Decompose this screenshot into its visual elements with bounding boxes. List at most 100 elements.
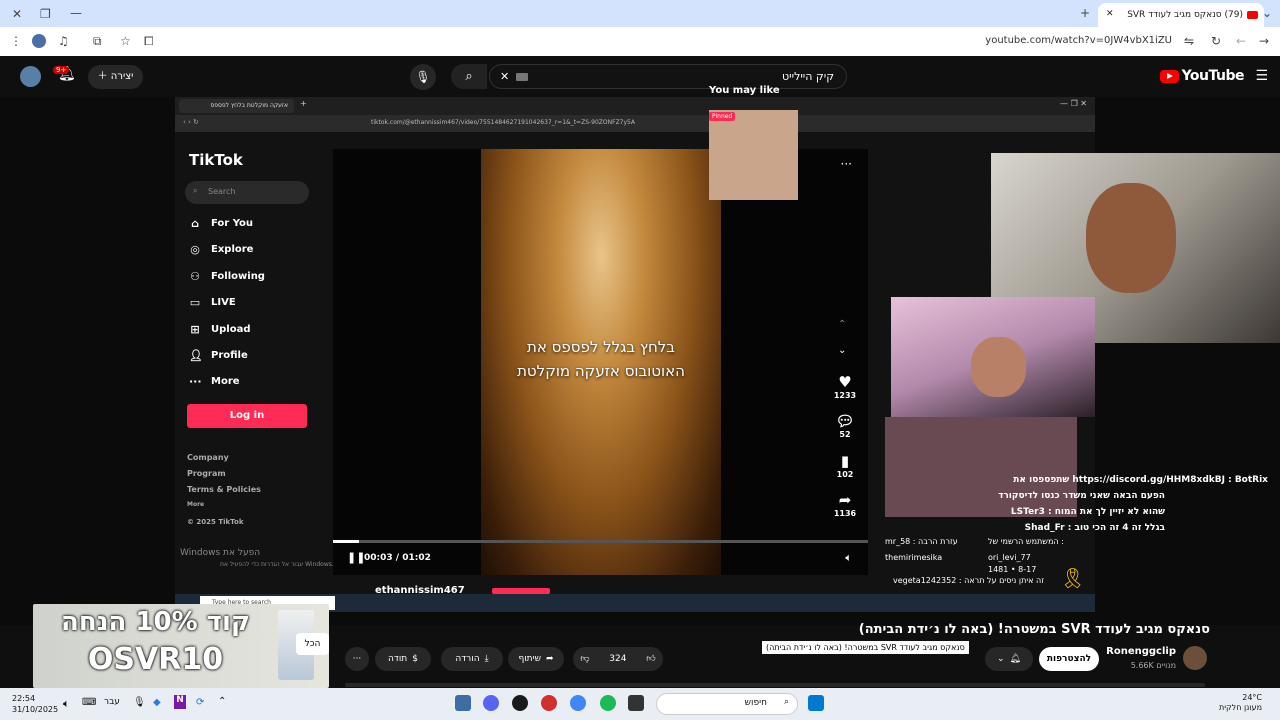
tab-search-icon[interactable]: ⌄ [1262, 7, 1272, 19]
bell-icon: 🔔︎ [1009, 654, 1021, 664]
like-dislike-group: 👎︎ 324 👍︎ [573, 647, 663, 671]
windows-start-icon[interactable] [808, 695, 824, 711]
tray-overflow-icon[interactable]: ⌃ [218, 696, 226, 707]
channel-avatar[interactable] [1183, 646, 1207, 670]
extensions-icon[interactable]: ⧉ [93, 35, 102, 47]
ad-line-1: קוד 10% הנחה [60, 607, 251, 637]
share-button[interactable]: שיתוף ➦ [508, 647, 564, 671]
reload-icon[interactable]: ↻ [1211, 35, 1221, 47]
create-button[interactable]: ＋ יצירה [88, 65, 143, 89]
tiktok-copyright: © 2025 TikTok [187, 518, 244, 526]
close-tab-icon[interactable]: ✕ [1106, 9, 1114, 19]
restore-window-icon[interactable]: ❐ [40, 8, 51, 20]
tray-sync-icon[interactable]: ⟳ [196, 697, 204, 708]
like-action: ♥ 1233 [825, 373, 865, 401]
tiktok-nav-profile: 👤︎ Profile [189, 349, 248, 362]
title-tooltip: סנאקס מגיב לעודד SVR במשטרה! (באה לו נ׳י… [762, 641, 969, 654]
back-icon[interactable]: → [1259, 35, 1269, 47]
download-label: הורדה [455, 654, 480, 664]
download-icon: ⤓ [484, 654, 489, 664]
pause-icon: ❚❚ [347, 551, 366, 564]
forward-icon[interactable]: ← [1236, 35, 1246, 47]
clock-time: 22:54 [12, 694, 36, 703]
obs-icon[interactable] [512, 695, 528, 711]
like-button[interactable]: 👍︎ [646, 654, 655, 664]
plus-icon: ＋ [97, 71, 108, 82]
chat-message: הפעם הבאה שאני משדר כנסו לדיסקורד [998, 491, 1165, 501]
guide-menu-icon[interactable]: ☰ [1255, 68, 1268, 84]
site-settings-icon[interactable]: ⇋ [1184, 35, 1194, 47]
taskbar-clock[interactable]: 22:54 31/10/2025 [12, 693, 58, 715]
heart-icon: ♥ [838, 373, 852, 391]
channel-name[interactable]: Ronenggclip [1104, 646, 1176, 657]
notification-settings-button[interactable]: ⌄ 🔔︎ [985, 647, 1033, 671]
onenote-icon[interactable]: N [174, 695, 186, 709]
file-explorer-icon[interactable] [628, 695, 644, 711]
calculator-icon[interactable] [455, 695, 471, 711]
windows-activation-watermark: Windows הפעל את [180, 548, 261, 558]
chat-message: mr_58 : עזרת הרבה [885, 537, 958, 546]
browser-tab[interactable]: (79) סנאקס מגיב לעודד SVR ✕ [1098, 3, 1264, 27]
more-dots-icon: ··· [189, 375, 202, 388]
mic-tray-icon[interactable]: 🎙︎ [133, 697, 146, 708]
video-more-icon: ··· [840, 157, 852, 171]
keyboard-icon[interactable] [516, 73, 528, 81]
comment-icon: 💬︎ [835, 412, 855, 430]
description-box[interactable] [345, 683, 1205, 687]
thanks-button[interactable]: תודה $ [375, 647, 431, 671]
tiktok-nav-explore: ◎ Explore [189, 243, 253, 256]
weather-description: מעונן חלקית [1218, 703, 1262, 712]
account-avatar[interactable] [20, 66, 41, 87]
nav-label: LIVE [211, 297, 236, 308]
dislike-button[interactable]: 👎︎ [580, 654, 589, 664]
progress-fill [333, 540, 359, 543]
suggested-video-thumbnail [709, 110, 798, 200]
inner-nav-icons: ‹ › ↻ [183, 118, 199, 126]
app-icon[interactable] [541, 695, 557, 711]
inner-tab-strip: אזעקה מוקלטת בלחץ לפספס + — ❐ ✕ [175, 97, 1095, 115]
install-app-icon[interactable]: ⧠ [144, 35, 154, 47]
omnibox[interactable]: ☆ ⧠ youtube.com/watch?v=0JW4vbX1iZU ⇋ [112, 30, 1202, 53]
browser-toolbar: ⋮ ♫ ⧉ ☆ ⧠ youtube.com/watch?v=0JW4vbX1iZ… [0, 27, 1280, 56]
voice-search-icon[interactable]: 🎙︎ [410, 64, 436, 90]
profile-avatar[interactable] [32, 34, 46, 48]
stream-chat: https://discord.gg/HHM8xdkBJ : BotRix שת… [885, 420, 1280, 595]
pinned-badge: Pinned [709, 112, 736, 121]
spotify-icon[interactable] [600, 695, 616, 711]
comment-count: 52 [839, 430, 851, 439]
media-icon[interactable]: ♫ [58, 35, 69, 47]
tray-app-icon[interactable]: ◆ [153, 697, 161, 708]
you-may-like-heading: You may like [709, 85, 780, 96]
chat-message: שהוא לא יזיין לך את המוח : LSTer3 [1010, 507, 1165, 517]
tiktok-nav-more: ··· More [189, 375, 240, 388]
chrome-icon[interactable] [570, 695, 586, 711]
clear-search-icon[interactable]: ✕ [500, 70, 509, 83]
yellow-ribbon-icon: 🎗︎ [1060, 566, 1086, 590]
search-button[interactable]: ⌕ [451, 64, 487, 89]
minimize-window-icon[interactable]: — [70, 7, 82, 19]
volume-icon: 🔈︎ [845, 551, 852, 564]
following-icon: ⚇ [190, 270, 200, 283]
browser-menu-icon[interactable]: ⋮ [10, 35, 22, 47]
nav-label: For You [211, 218, 254, 229]
all-chip-button[interactable]: הכל [296, 633, 329, 655]
bookmark-star-icon[interactable]: ☆ [120, 35, 131, 47]
speaker-icon[interactable]: 🔈︎ [63, 697, 70, 711]
youtube-logo[interactable]: YouTube [1159, 68, 1245, 84]
ad-coupon-code: OSVR10 [87, 642, 224, 677]
weather-widget[interactable]: 24°C מעונן חלקית [1219, 693, 1262, 713]
more-actions-button[interactable]: ··· [345, 647, 369, 671]
windows-search-box[interactable]: חיפוש ⌕ [656, 693, 798, 715]
download-button[interactable]: הורדה ⤓ [441, 647, 503, 671]
promo-ad-overlay[interactable]: קוד 10% הנחה OSVR10 [33, 604, 329, 688]
search-input[interactable]: קיק היילייט ✕ [489, 64, 847, 89]
new-tab-icon[interactable]: + [1080, 7, 1090, 19]
live-icon: ▭ [189, 296, 201, 309]
inner-tab-title: אזעקה מוקלטת בלחץ לפספס [179, 99, 294, 113]
input-language[interactable]: עבר [104, 697, 120, 707]
subscribe-button[interactable]: להצטרפות [1039, 647, 1099, 671]
close-window-icon[interactable]: ✕ [12, 8, 22, 20]
discord-icon[interactable] [483, 695, 499, 711]
network-icon[interactable]: ⌨ [82, 697, 96, 708]
nav-label: More [211, 376, 240, 387]
